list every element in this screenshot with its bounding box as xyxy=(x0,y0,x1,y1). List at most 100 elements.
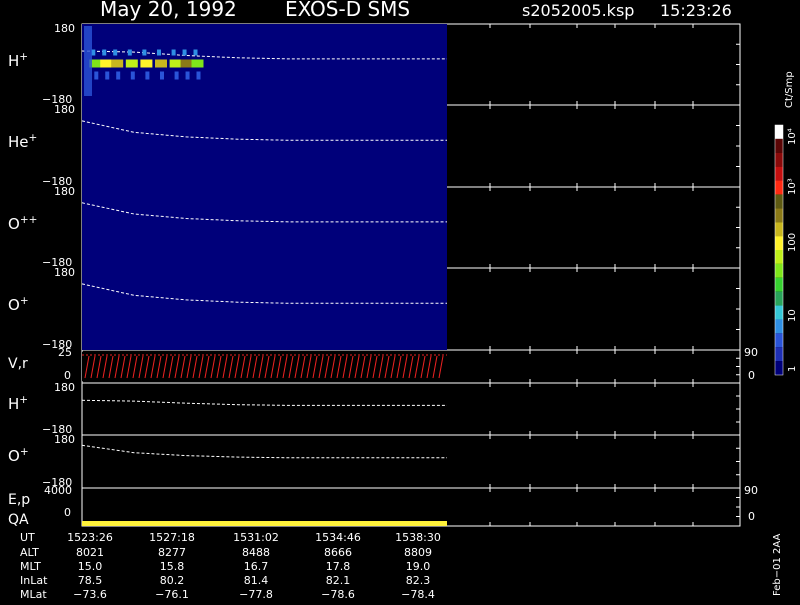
ephemeris-cell-3-2: 17.8 xyxy=(326,560,351,573)
ep-left-bottom: 0 xyxy=(64,506,71,519)
h-plus-band-cell-5 xyxy=(155,59,167,68)
lower-panel-1-frame xyxy=(81,434,741,489)
ephemeris-row-label-2: MLT xyxy=(20,560,41,573)
panel-1-label: He+ xyxy=(8,132,37,151)
lower-panel-0-label: H+ xyxy=(8,394,28,413)
colorbar-swatch-17 xyxy=(775,361,783,375)
h-plus-scatter-down-8 xyxy=(196,71,201,80)
colorbar-swatch-0 xyxy=(775,125,783,139)
spectrogram-chart: May 20, 1992 EXOS-D SMS s2052005.ksp 15:… xyxy=(8,0,798,601)
colorbar-swatch-2 xyxy=(775,152,783,167)
panel-3-label: O+ xyxy=(8,295,29,314)
ephemeris-row-label-1: ALT xyxy=(20,546,39,559)
colorbar-label-1: 10 xyxy=(787,309,798,322)
h-plus-band-cell-4 xyxy=(140,59,153,68)
ep-panel-frame xyxy=(81,487,741,527)
h-plus-scatter-up-8 xyxy=(193,49,198,56)
vr-right-top: 90 xyxy=(744,346,758,359)
colorbar-label-0: 1 xyxy=(787,366,798,372)
panel-0-ytick-top: 180 xyxy=(54,22,75,35)
colorbar-label-3: 10³ xyxy=(787,178,798,195)
colorbar-label-4: 10⁴ xyxy=(787,128,798,145)
h-plus-scatter-up-3 xyxy=(127,49,132,56)
ephemeris-cell-2-0: 1531:02 xyxy=(233,531,279,544)
vr-label: V,r xyxy=(8,356,28,372)
ephemeris-table: UT ALTMLTInLatMLat 1523:26 802115.078.5−73.… xyxy=(20,531,441,601)
colorbar-swatch-14 xyxy=(775,319,783,334)
ephemeris-row-label-3: InLat xyxy=(20,574,48,587)
h-plus-scatter-up-7 xyxy=(182,49,187,56)
h-plus-scatter-up-4 xyxy=(142,49,147,56)
colorbar-swatch-10 xyxy=(775,263,783,278)
h-plus-band-cell-7 xyxy=(180,59,193,68)
ephemeris-cell-4-1: 8809 xyxy=(404,546,432,559)
lower-panel-1-label: O+ xyxy=(8,446,29,465)
colorbar: 1 10 100 10³ 10⁴ xyxy=(774,124,798,376)
lower-panel-1-ytick-top: 180 xyxy=(54,433,75,446)
colorbar-swatch-12 xyxy=(775,291,783,306)
h-plus-band-cell-3 xyxy=(125,59,138,68)
ephemeris-cell-1-2: 15.8 xyxy=(160,560,185,573)
panel-1-ytick-top: 180 xyxy=(54,103,75,116)
h-plus-band-cell-1 xyxy=(100,59,113,68)
ephemeris-cell-0-1: 8021 xyxy=(76,546,104,559)
colorbar-label-2: 100 xyxy=(787,233,798,252)
ephemeris-cell-3-0: 1534:46 xyxy=(315,531,361,544)
ephemeris-cell-1-3: 80.2 xyxy=(160,574,185,587)
ephemeris-cell-4-0: 1538:30 xyxy=(395,531,441,544)
qa-label: QA xyxy=(8,512,29,528)
panel-1-background xyxy=(82,105,447,187)
h-plus-band-cell-6 xyxy=(169,59,182,68)
header-instrument: EXOS-D SMS xyxy=(285,0,410,21)
ephemeris-cell-0-3: 78.5 xyxy=(78,574,103,587)
data-layer xyxy=(81,24,447,526)
colorbar-swatch-7 xyxy=(775,222,783,237)
h-plus-scatter-down-0 xyxy=(94,71,99,80)
colorbar-swatch-11 xyxy=(775,277,783,292)
ephemeris-cell-3-4: −78.6 xyxy=(321,588,355,600)
footer-note: Feb−01 2AA xyxy=(772,534,783,596)
h-plus-left-edge xyxy=(84,26,92,96)
colorbar-swatch-8 xyxy=(775,236,783,250)
h-plus-band-cell-2 xyxy=(111,59,124,68)
h-plus-scatter-up-1 xyxy=(102,49,107,56)
h-plus-scatter-down-2 xyxy=(116,71,121,80)
colorbar-swatch-5 xyxy=(775,194,783,209)
lower-panel-0-reference-line xyxy=(81,399,447,406)
colorbar-swatch-1 xyxy=(775,138,783,153)
colorbar-swatch-15 xyxy=(775,333,783,348)
ephemeris-cell-1-1: 8277 xyxy=(158,546,186,559)
h-plus-scatter-down-7 xyxy=(185,71,190,80)
panel-3-background xyxy=(82,268,447,350)
colorbar-unit: Ct/Smp xyxy=(784,71,795,108)
colorbar-swatch-9 xyxy=(775,250,783,264)
lower-panel-0-ytick-top: 180 xyxy=(54,381,75,394)
h-plus-scatter-down-6 xyxy=(174,71,179,80)
colorbar-swatch-13 xyxy=(775,305,783,320)
vr-right-bottom: 0 xyxy=(748,369,755,382)
h-plus-band-cell-8 xyxy=(191,59,204,68)
header-date: May 20, 1992 xyxy=(100,0,237,21)
h-plus-scatter-down-4 xyxy=(145,71,150,80)
ep-left-top: 4000 xyxy=(44,484,72,497)
qa-bar xyxy=(82,521,447,526)
ep-right-top: 90 xyxy=(744,484,758,497)
colorbar-swatch-6 xyxy=(775,208,783,223)
h-plus-scatter-up-6 xyxy=(171,49,176,56)
h-plus-scatter-down-1 xyxy=(105,71,110,80)
ephemeris-cell-4-4: −78.4 xyxy=(401,588,435,600)
ephemeris-cell-2-1: 8488 xyxy=(242,546,270,559)
ephemeris-cell-1-4: −76.1 xyxy=(155,588,189,600)
colorbar-swatch-4 xyxy=(775,180,783,195)
h-plus-scatter-down-3 xyxy=(130,71,135,80)
ephemeris-row-label-4: MLat xyxy=(20,588,47,600)
ephemeris-cell-2-3: 81.4 xyxy=(244,574,269,587)
ephemeris-cell-3-3: 82.1 xyxy=(326,574,351,587)
lower-panel-0-frame xyxy=(81,382,741,436)
lower-panel-1-reference-line xyxy=(81,444,447,459)
colorbar-swatch-3 xyxy=(775,166,783,181)
ephemeris-cell-4-3: 82.3 xyxy=(406,574,431,587)
ep-right-bottom: 0 xyxy=(748,510,755,523)
ephemeris-cell-0-0: 1523:26 xyxy=(67,531,113,544)
h-plus-scatter-up-5 xyxy=(157,49,161,56)
